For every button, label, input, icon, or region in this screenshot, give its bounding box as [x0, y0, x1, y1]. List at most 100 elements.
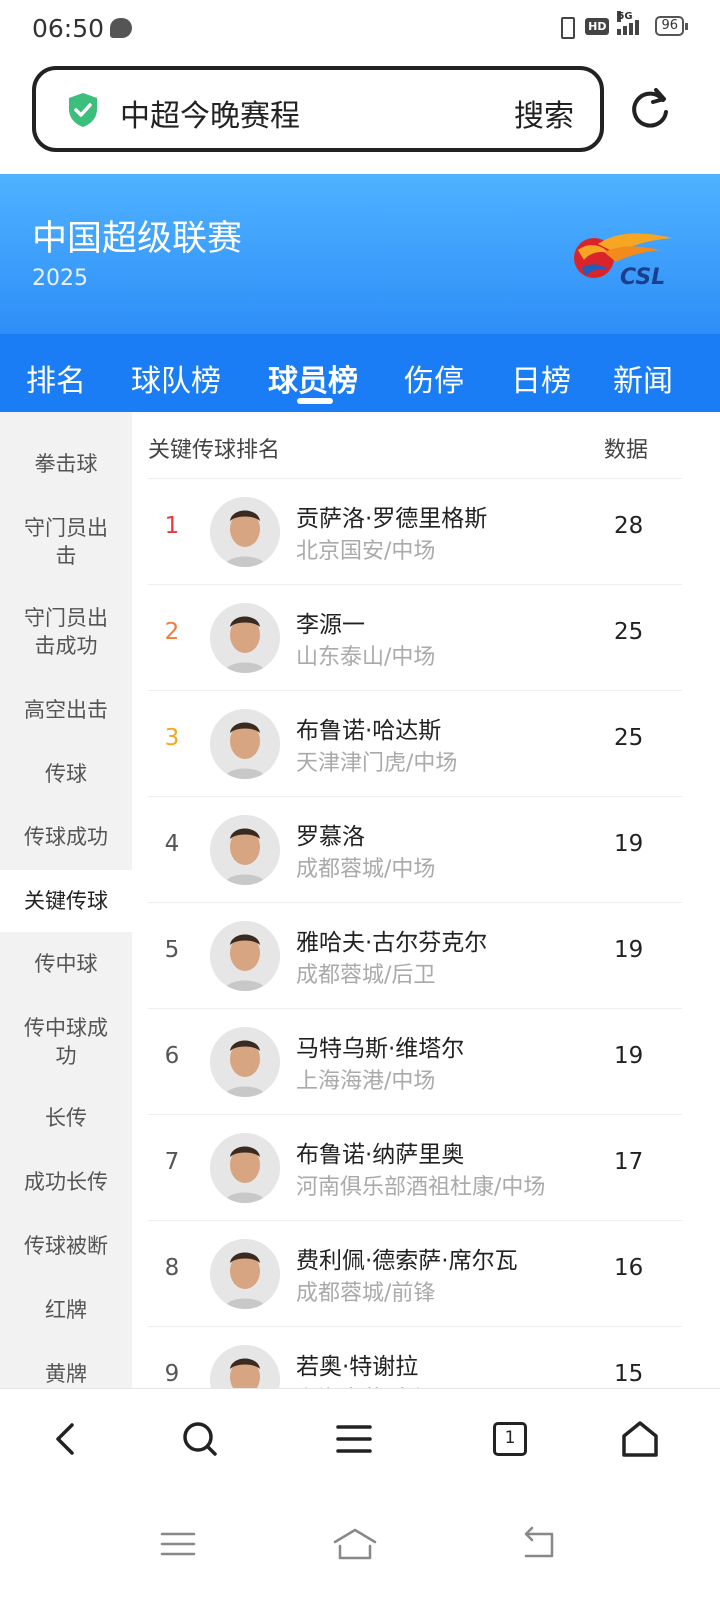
vibrate-icon: [555, 16, 577, 39]
browser-bottom-nav: 1: [0, 1388, 720, 1488]
tab-team-rank[interactable]: 球队榜: [131, 356, 221, 400]
search-button[interactable]: 搜索: [514, 91, 574, 135]
sidebar-item-gk-sweeps-success[interactable]: 守门员出击成功: [0, 604, 132, 660]
player-avatar: [210, 1133, 280, 1203]
player-name: 马特乌斯·维塔尔: [296, 1036, 465, 1062]
stat-value: 17: [614, 1149, 644, 1175]
sidebar-item-crosses[interactable]: 传中球: [0, 950, 132, 978]
system-back-icon[interactable]: [518, 1524, 558, 1564]
sidebar-item-passes[interactable]: 传球: [0, 760, 132, 788]
player-name: 费利佩·德索萨·席尔瓦: [296, 1248, 518, 1274]
player-row[interactable]: 6 马特乌斯·维塔尔 上海海港/中场 19: [148, 1008, 682, 1114]
shield-check-icon: [69, 93, 97, 127]
data-column-header: 数据: [604, 438, 649, 463]
player-team-position: 成都蓉城/前锋: [296, 1281, 436, 1306]
player-row[interactable]: 7 布鲁诺·纳萨里奥河南俱乐部酒祖杜康/中场 17: [148, 1114, 682, 1220]
stat-value: 19: [614, 1043, 644, 1069]
system-home-icon[interactable]: [332, 1524, 378, 1564]
player-row[interactable]: 9 若奥·特谢拉上海申花/中场 15: [148, 1326, 682, 1388]
tab-injuries[interactable]: 伤停: [404, 356, 464, 400]
player-name: 贡萨洛·罗德里格斯: [296, 506, 488, 532]
sidebar-item-long-balls-success[interactable]: 成功长传: [0, 1168, 132, 1196]
tab-news[interactable]: 新闻: [613, 356, 673, 400]
logo-text: CSL: [620, 265, 665, 288]
player-team-position: 天津津门虎/中场: [296, 751, 458, 776]
player-rank: 4: [164, 831, 180, 857]
status-time: 06:50: [32, 14, 105, 43]
tabs-icon[interactable]: 1: [490, 1419, 530, 1459]
tab-player-rank[interactable]: 球员榜: [268, 356, 358, 400]
player-rank: 3: [164, 725, 180, 751]
stat-value: 19: [614, 831, 644, 857]
sidebar-item-passes-intercepted[interactable]: 传球被断: [0, 1232, 132, 1260]
league-title: 中国超级联赛: [32, 219, 243, 259]
active-tab-indicator: [297, 398, 333, 404]
player-avatar: [210, 709, 280, 779]
status-bar: 06:50 HD 5G 96: [0, 0, 720, 58]
refresh-icon[interactable]: [630, 86, 670, 130]
player-name: 布鲁诺·哈达斯: [296, 718, 442, 744]
stat-value: 25: [614, 619, 644, 645]
home-icon[interactable]: [620, 1419, 660, 1459]
csl-logo-icon: CSL: [574, 233, 672, 288]
message-icon: [110, 18, 132, 38]
stat-value: 25: [614, 725, 644, 751]
tab-daily[interactable]: 日榜: [511, 356, 571, 400]
sidebar-item-yellow-cards[interactable]: 黄牌: [0, 1360, 132, 1388]
player-name: 雅哈夫·古尔芬克尔: [296, 930, 488, 956]
search-icon[interactable]: [180, 1419, 220, 1459]
sidebar-item-red-cards[interactable]: 红牌: [0, 1296, 132, 1324]
player-row[interactable]: 5 雅哈夫·古尔芬克尔 成都蓉城/后卫 19: [148, 902, 682, 1008]
player-avatar: [210, 497, 280, 567]
player-team-position: 北京国安/中场: [296, 539, 436, 564]
sidebar-item-high-claims[interactable]: 高空出击: [0, 696, 132, 724]
player-row[interactable]: 3 布鲁诺·哈达斯 天津津门虎/中场 25: [148, 690, 682, 796]
player-name: 布鲁诺·纳萨里奥: [296, 1142, 465, 1168]
stat-value: 15: [614, 1361, 644, 1387]
search-query[interactable]: 中超今晚赛程: [120, 91, 300, 135]
player-row[interactable]: 1 贡萨洛·罗德里格斯 北京国安/中场 28: [148, 478, 682, 584]
sidebar-item-long-balls[interactable]: 长传: [0, 1104, 132, 1132]
player-rank: 6: [164, 1043, 180, 1069]
back-icon[interactable]: [46, 1419, 86, 1459]
tab-ranking[interactable]: 排名: [26, 356, 86, 400]
hd-badge: HD: [585, 17, 610, 35]
list-title: 关键传球排名: [148, 438, 281, 463]
player-avatar: [210, 1239, 280, 1309]
recent-apps-icon[interactable]: [158, 1524, 198, 1564]
player-name: 李源一: [296, 612, 365, 638]
player-rank: 5: [164, 937, 180, 963]
player-name: 罗慕洛: [296, 824, 365, 850]
player-rank: 9: [164, 1361, 180, 1387]
player-rank: 8: [164, 1255, 180, 1281]
player-name: 若奥·特谢拉: [296, 1354, 419, 1380]
sidebar-item-passes-success[interactable]: 传球成功: [0, 823, 132, 851]
player-team-position: 上海海港/中场: [296, 1069, 436, 1094]
sidebar-item-key-passes[interactable]: 关键传球: [0, 870, 132, 932]
system-nav-bar: [0, 1488, 720, 1600]
ranking-list: 关键传球排名 数据 1 贡萨洛·罗德里格斯 北京国安/中场 28 2 李源一 山东泰山/中场…: [132, 412, 720, 1388]
battery-icon: 96: [655, 16, 688, 36]
player-row[interactable]: 4 罗慕洛成都蓉城/中场 19: [148, 796, 682, 902]
menu-icon[interactable]: [334, 1419, 374, 1459]
player-team-position: 成都蓉城/中场: [296, 857, 436, 882]
player-rank: 7: [164, 1149, 180, 1175]
player-row[interactable]: 2 李源一 山东泰山/中场 25: [148, 584, 682, 690]
league-header: 中国超级联赛 2025 CSL: [0, 174, 720, 334]
player-avatar: [210, 921, 280, 991]
signal-icon: 5G: [617, 11, 647, 35]
stat-value: 28: [614, 513, 644, 539]
player-avatar: [210, 815, 280, 885]
sidebar-item-gk-sweeps[interactable]: 守门员出击: [0, 514, 132, 570]
tab-count: 1: [493, 1422, 527, 1456]
player-team-position: 成都蓉城/后卫: [296, 963, 436, 988]
sidebar-item-punches[interactable]: 拳击球: [0, 450, 132, 478]
sidebar-item-crosses-success[interactable]: 传中球成功: [0, 1014, 132, 1070]
stat-value: 19: [614, 937, 644, 963]
search-bar[interactable]: 中超今晚赛程 搜索: [32, 66, 604, 152]
player-row[interactable]: 8 费利佩·德索萨·席尔瓦 成都蓉城/前锋 16: [148, 1220, 682, 1326]
player-team-position: 河南俱乐部酒祖杜康/中场: [296, 1175, 546, 1200]
stat-value: 16: [614, 1255, 644, 1281]
player-team-position: 上海申花/中场: [296, 1381, 435, 1388]
player-avatar: [210, 1027, 280, 1097]
